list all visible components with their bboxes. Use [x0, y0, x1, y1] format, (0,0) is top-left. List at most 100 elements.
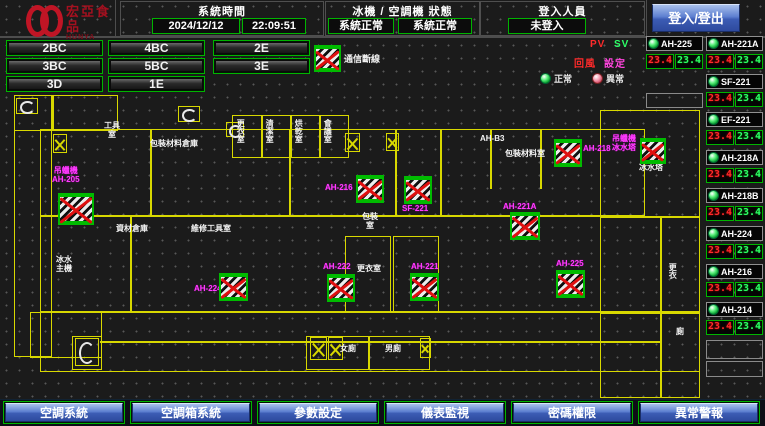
equipment-button-ah-218b[interactable]: AH-218B — [706, 188, 763, 203]
floor-button-3bc[interactable]: 3BC — [8, 60, 101, 72]
pv-subheader: 回風 — [574, 55, 596, 70]
room-label: 男廁 — [385, 344, 401, 353]
system-time-value: 22:09:51 — [242, 18, 306, 34]
sv-value-ah-218a: 23.4 — [735, 168, 763, 183]
comm-error-icon[interactable] — [556, 270, 585, 298]
comm-error-icon[interactable] — [410, 273, 439, 301]
nav-button-4[interactable]: 儀表監視 — [386, 403, 504, 422]
device-label: AH-216 — [325, 184, 353, 193]
floor-button-1e[interactable]: 1E — [110, 78, 203, 90]
comm-error-icon[interactable] — [219, 273, 248, 301]
wall — [100, 341, 660, 343]
login-logout-button[interactable]: 登入/登出 — [652, 4, 740, 32]
equipment-button-ah-218a[interactable]: AH-218A — [706, 150, 763, 165]
comm-error-icon[interactable] — [356, 175, 384, 203]
nav-button-frame: 儀表監視 — [384, 401, 506, 424]
comm-error-icon[interactable] — [640, 138, 666, 164]
wall — [290, 129, 645, 216]
room-label: 維修工具室 — [191, 224, 231, 233]
machine-status-label: 冰機 / 空調機 狀態 — [326, 3, 479, 19]
login-status-value: 未登入 — [508, 18, 586, 34]
normal-led-icon — [540, 73, 551, 84]
floor-button-5bc[interactable]: 5BC — [110, 60, 203, 72]
pv-value-ah-218b: 23.4 — [706, 206, 734, 221]
device-label: AH-221A — [503, 203, 536, 212]
floor-button-frame: 5BC — [108, 58, 205, 74]
nav-button-2[interactable]: 空調箱系統 — [132, 403, 250, 422]
floor-button-frame: 2E — [213, 40, 310, 56]
device-label: AH-225 — [556, 260, 584, 269]
equipment-button-ef-221[interactable]: EF-221 — [706, 112, 763, 127]
nav-button-frame: 空調系統 — [3, 401, 125, 424]
room-label: 冰水塔 — [639, 163, 663, 172]
room-label: 清潔室 — [265, 119, 274, 143]
logo-title: 宏亞食品 — [66, 4, 112, 34]
comm-error-legend-icon — [314, 45, 341, 72]
nav-button-1[interactable]: 空調系統 — [5, 403, 123, 422]
elevator-icon — [345, 133, 360, 152]
wall — [440, 129, 442, 216]
empty-slot — [706, 361, 763, 377]
equipment-button-sf-221[interactable]: SF-221 — [706, 74, 763, 89]
system-time-label: 系統時間 — [121, 3, 323, 19]
device-label: AH-224 — [194, 285, 222, 294]
equipment-button-ah-221a[interactable]: AH-221A — [706, 36, 763, 51]
comm-error-icon[interactable] — [58, 193, 94, 225]
floor-button-3d[interactable]: 3D — [8, 78, 101, 90]
pv-value-ef-221: 23.4 — [706, 130, 734, 145]
header-sep-1 — [115, 0, 116, 36]
legend-abnormal: 異常 — [592, 72, 624, 85]
equipment-name: EF-221 — [721, 115, 751, 125]
stairs-icon — [178, 106, 200, 122]
nav-button-frame: 異常警報 — [638, 401, 760, 424]
room-label: 包裝材料倉庫 — [150, 139, 198, 148]
nav-button-5[interactable]: 密碼權限 — [513, 403, 631, 422]
comm-error-icon[interactable] — [327, 274, 355, 302]
pv-value-ah-225: 23.4 — [646, 54, 674, 69]
ac-status-value: 系統正常 — [398, 18, 472, 34]
sv-value-ah-224: 23.4 — [735, 244, 763, 259]
equipment-button-ah-216[interactable]: AH-216 — [706, 264, 763, 279]
status-led-icon — [648, 38, 659, 49]
wall — [261, 115, 263, 158]
empty-slot — [706, 340, 763, 359]
sv-subheader: 設定 — [604, 55, 626, 70]
stairs-icon — [16, 98, 38, 114]
room-label: 冰水 主機 — [56, 255, 72, 273]
status-led-icon — [708, 266, 719, 277]
room-label: 會議室 — [323, 119, 332, 143]
nav-button-3[interactable]: 參數設定 — [259, 403, 377, 422]
equipment-button-ah-225[interactable]: AH-225 — [646, 36, 703, 51]
floor-button-frame: 2BC — [6, 40, 103, 56]
nav-button-frame: 密碼權限 — [511, 401, 633, 424]
room-label: 工具 室 — [104, 121, 120, 139]
floor-button-frame: 3E — [213, 58, 310, 74]
floor-button-frame: 1E — [108, 76, 205, 92]
equipment-button-ah-224[interactable]: AH-224 — [706, 226, 763, 241]
nav-button-6[interactable]: 異常警報 — [640, 403, 758, 422]
room-label: 廁 — [676, 327, 684, 336]
floor-button-2bc[interactable]: 2BC — [8, 42, 101, 54]
equipment-name: AH-225 — [661, 39, 692, 49]
floor-button-frame: 3D — [6, 76, 103, 92]
equipment-button-ah-214[interactable]: AH-214 — [706, 302, 763, 317]
elevator-icon — [420, 338, 431, 358]
comm-error-icon[interactable] — [554, 139, 582, 167]
comm-error-icon[interactable] — [404, 176, 432, 204]
device-label: 吊蠟機 冰水塔 — [612, 135, 636, 153]
room-label: AH-B3 — [480, 134, 504, 143]
floor-button-2e[interactable]: 2E — [215, 42, 308, 54]
floor-button-4bc[interactable]: 4BC — [110, 42, 203, 54]
sv-value-ef-221: 23.4 — [735, 130, 763, 145]
comm-error-legend-label: 通信斷線 — [344, 52, 380, 65]
logo-ring-icon — [40, 5, 63, 37]
pv-header: PV — [590, 39, 605, 50]
pv-value-ah-218a: 23.4 — [706, 168, 734, 183]
logo: 宏亞食品 HUNYA FOODS — [4, 2, 112, 35]
floor-button-3e[interactable]: 3E — [215, 60, 308, 72]
sv-value-ah-214: 23.4 — [735, 320, 763, 335]
login-label: 登入人員 — [481, 3, 644, 19]
stairs-icon — [75, 338, 99, 366]
abnormal-label: 異常 — [606, 72, 624, 85]
comm-error-icon[interactable] — [510, 212, 540, 240]
